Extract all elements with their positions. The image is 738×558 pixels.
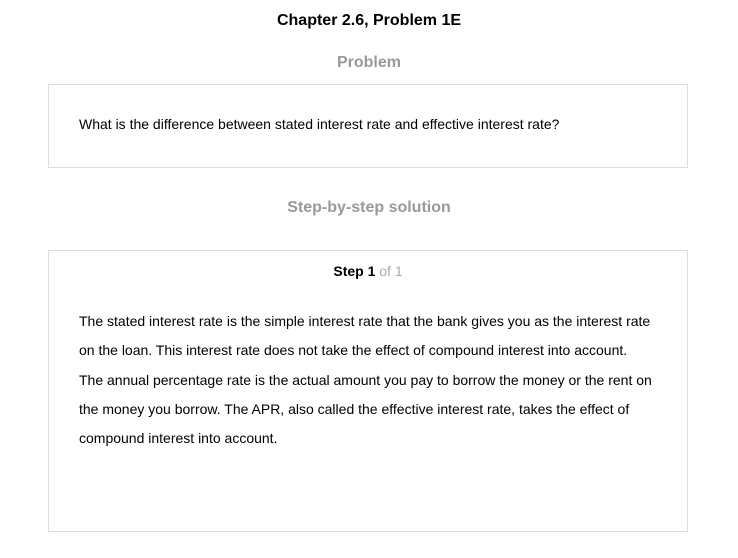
solution-paragraph: The stated interest rate is the simple i… bbox=[79, 313, 651, 359]
step-count: of 1 bbox=[379, 263, 403, 279]
problem-box: What is the difference between stated in… bbox=[48, 84, 688, 168]
solution-heading: Step-by-step solution bbox=[287, 199, 451, 216]
problem-text: What is the difference between stated in… bbox=[79, 116, 560, 132]
step-header: Step 1 of 1 bbox=[49, 263, 687, 279]
page-title: Chapter 2.6, Problem 1E bbox=[276, 12, 462, 29]
solution-box: Step 1 of 1 The stated interest rate is … bbox=[48, 250, 688, 532]
step-body: The stated interest rate is the simple i… bbox=[79, 307, 659, 453]
step-label: Step 1 bbox=[333, 263, 376, 279]
problem-heading: Problem bbox=[336, 54, 401, 71]
solution-paragraph: The annual percentage rate is the actual… bbox=[79, 371, 652, 447]
